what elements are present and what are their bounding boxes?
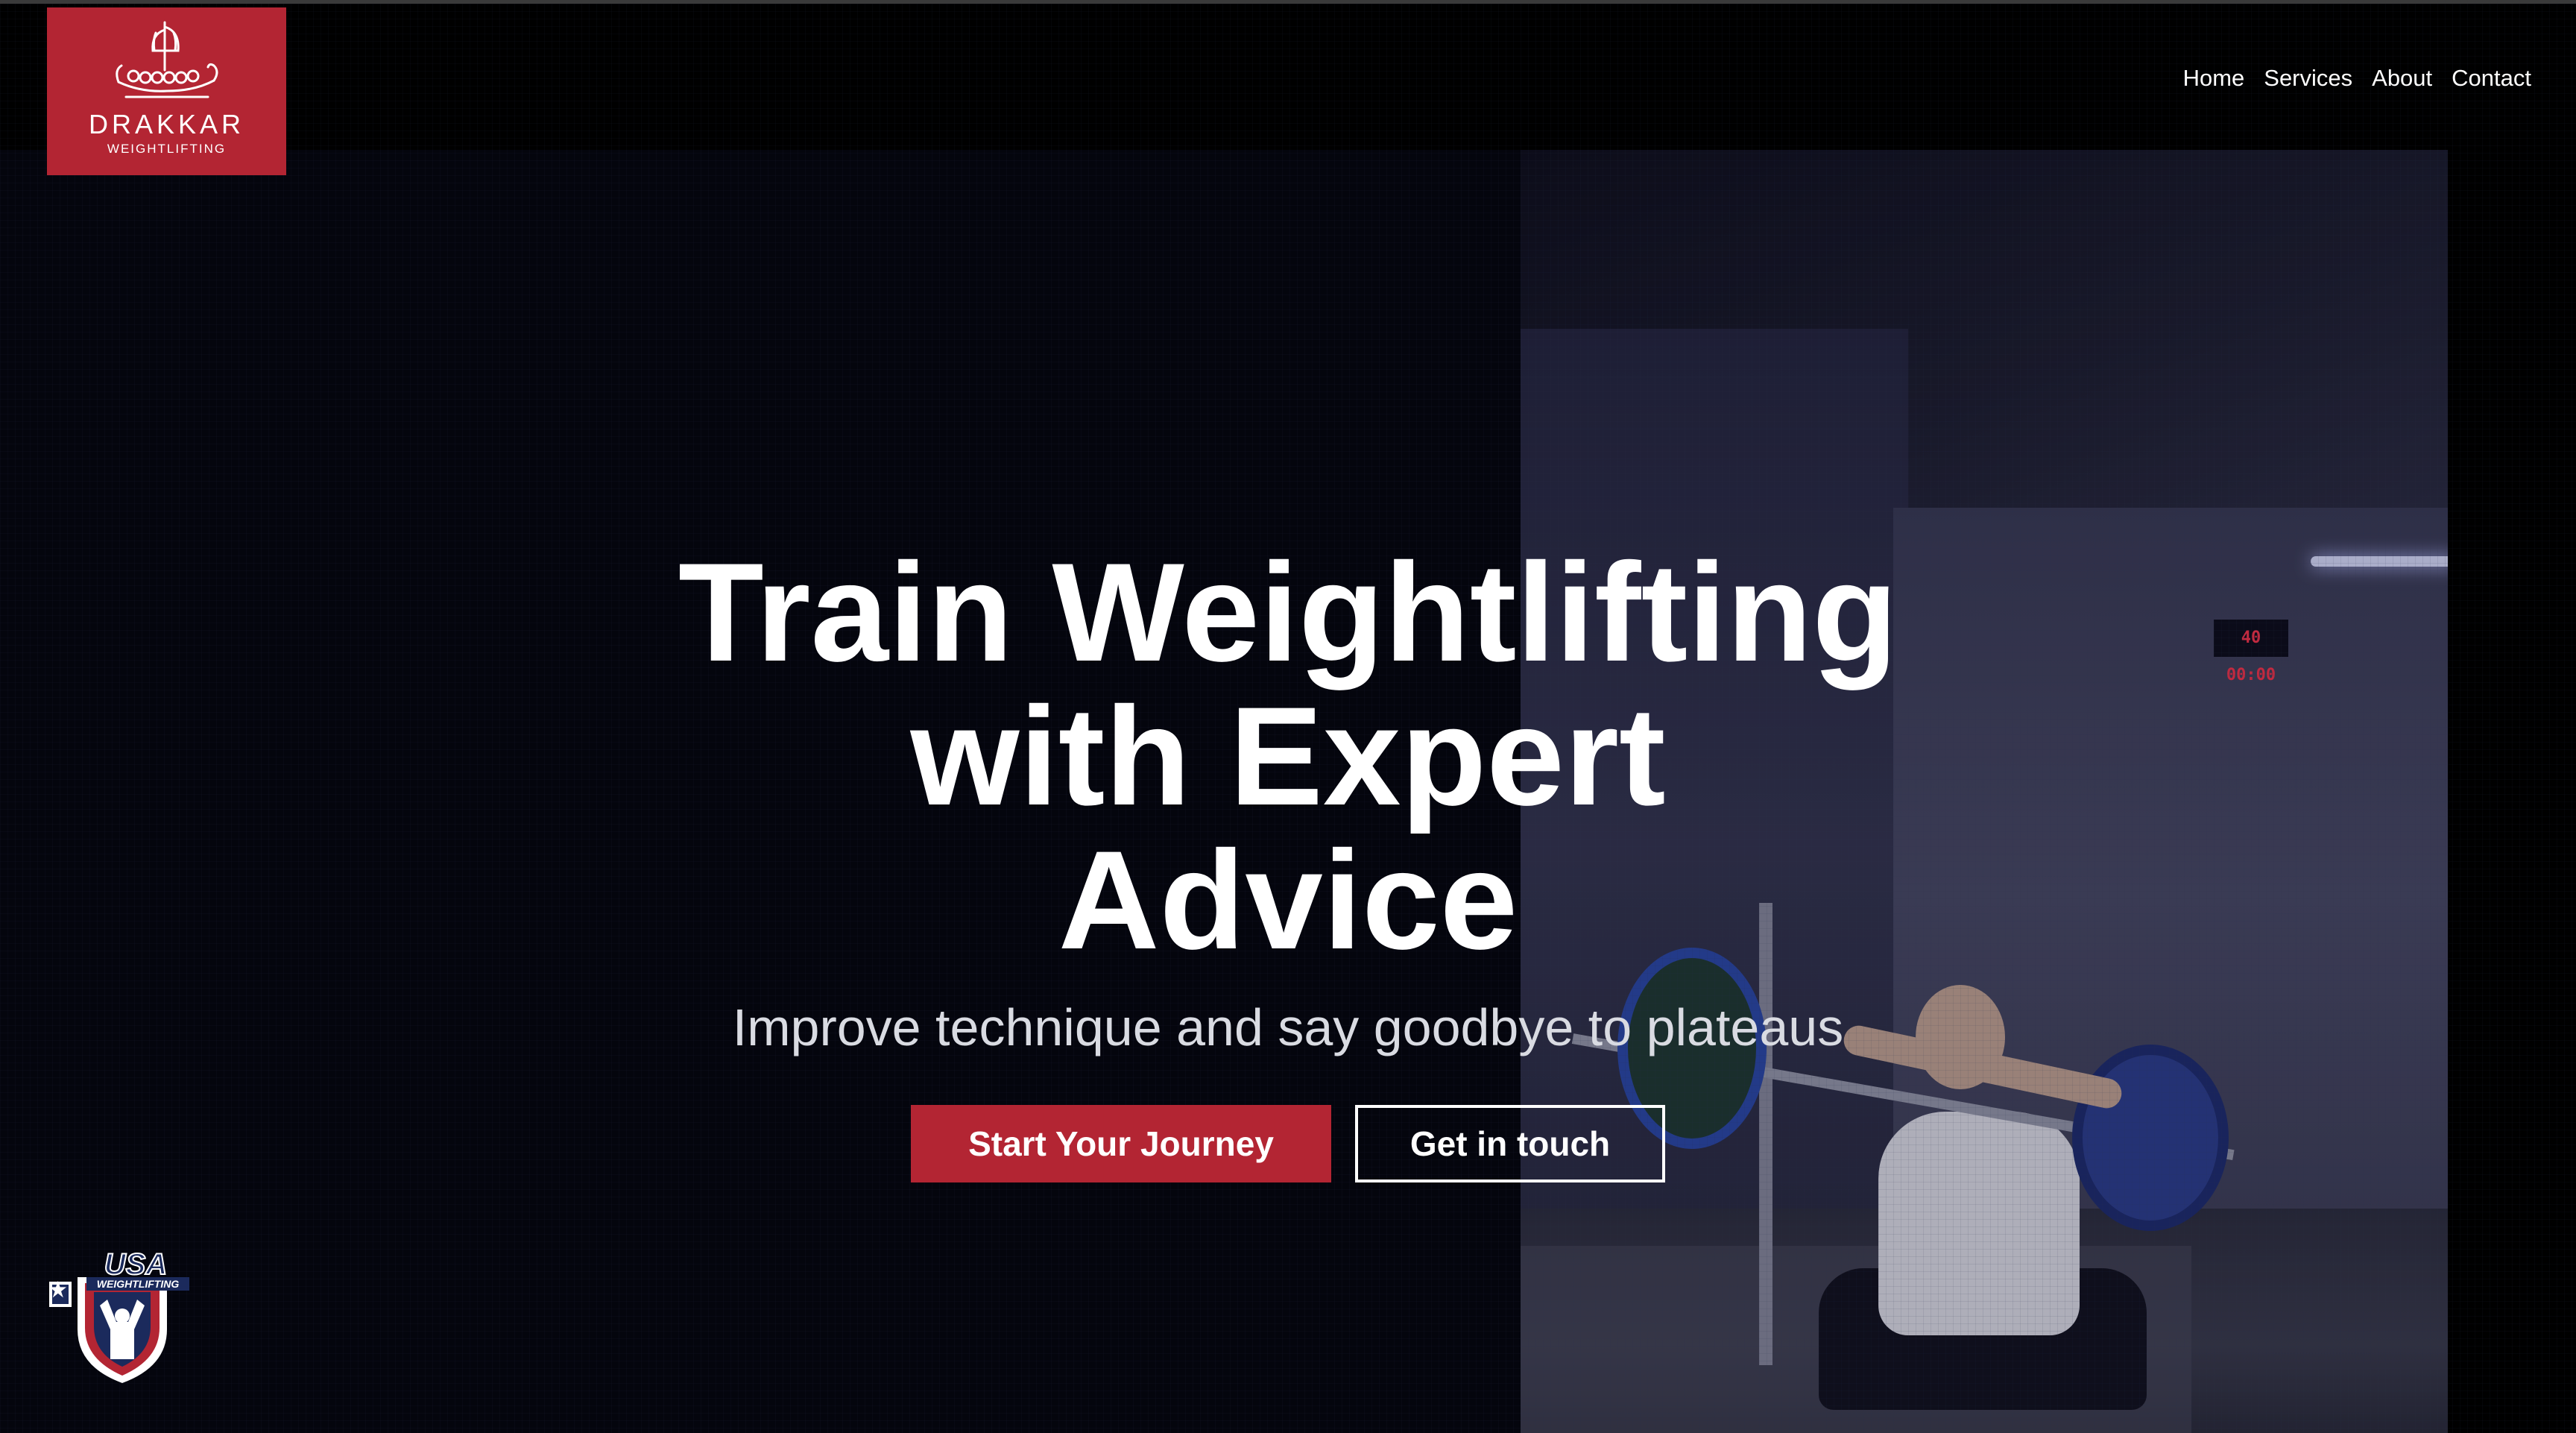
- nav-home[interactable]: Home: [2183, 65, 2245, 92]
- brand-logo[interactable]: DRAKKAR WEIGHTLIFTING: [47, 7, 286, 175]
- landing-page: 40 00:00 DRAKKAR WEIGHTLIFTING Home Serv…: [0, 0, 2576, 1433]
- hero-content: Train Weightlifting with Expert Advice I…: [0, 541, 2576, 1182]
- usa-weightlifting-badge-icon: USA WEIGHTLIFTING: [49, 1247, 189, 1383]
- brand-subtitle: WEIGHTLIFTING: [107, 142, 227, 156]
- viking-ship-icon: [115, 21, 218, 98]
- hero-title-line: with Expert: [910, 678, 1666, 834]
- hero-title: Train Weightlifting with Expert Advice: [617, 541, 1959, 972]
- hero-subtitle: Improve technique and say goodbye to pla…: [732, 998, 1844, 1056]
- hero-title-line: Advice: [1058, 822, 1518, 978]
- nav-contact[interactable]: Contact: [2452, 65, 2531, 92]
- main-nav: Home Services About Contact: [2183, 65, 2531, 92]
- cta-group: Start Your Journey Get in touch: [911, 1105, 1665, 1182]
- get-in-touch-button[interactable]: Get in touch: [1355, 1105, 1665, 1182]
- start-journey-button[interactable]: Start Your Journey: [911, 1105, 1331, 1182]
- nav-about[interactable]: About: [2372, 65, 2432, 92]
- hero-title-line: Train Weightlifting: [678, 534, 1898, 690]
- brand-name: DRAKKAR: [88, 109, 245, 139]
- badge-text-bottom: WEIGHTLIFTING: [97, 1278, 180, 1290]
- badge-text-top: USA: [104, 1248, 167, 1281]
- nav-services[interactable]: Services: [2264, 65, 2352, 92]
